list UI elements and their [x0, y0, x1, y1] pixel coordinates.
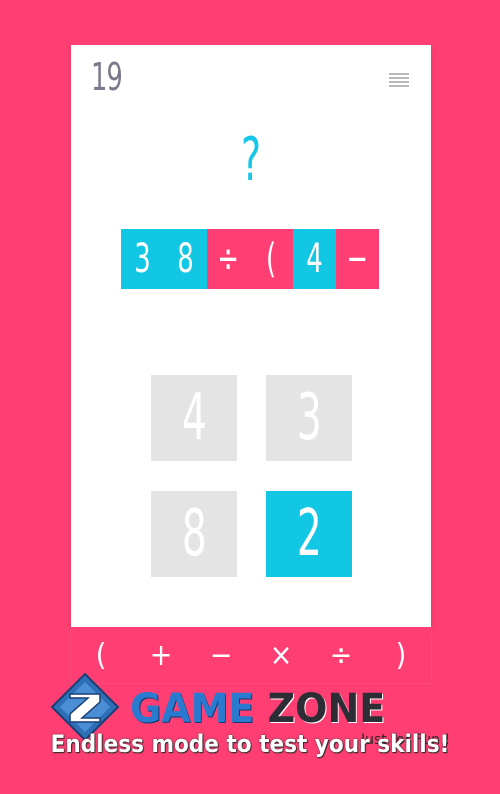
logo-wordmark: GAME ZONE — [130, 686, 386, 732]
multiply-button[interactable]: × — [261, 638, 301, 673]
expression-token: 4 — [293, 229, 336, 289]
open-paren-button[interactable]: ( — [81, 638, 121, 673]
menu-icon[interactable] — [389, 73, 409, 87]
minus-button[interactable]: − — [201, 638, 241, 673]
expression-token: ( — [250, 229, 293, 289]
expression-token: − — [336, 229, 379, 289]
expression-display: 3 8 ÷ ( 4 − — [121, 229, 379, 289]
number-tile[interactable]: 8 — [151, 491, 237, 577]
plus-button[interactable]: + — [141, 638, 181, 673]
expression-token: 8 — [164, 229, 207, 289]
close-paren-button[interactable]: ) — [381, 638, 421, 673]
tagline: Endless mode to test your skills! — [50, 730, 450, 758]
expression-token: 3 — [121, 229, 164, 289]
divide-button[interactable]: ÷ — [321, 638, 361, 673]
expression-token: ÷ — [207, 229, 250, 289]
number-tile[interactable]: 3 — [266, 375, 352, 461]
number-tile[interactable]: 2 — [266, 491, 352, 577]
score-counter: 19 — [91, 55, 123, 99]
number-tiles: 4 3 8 2 — [151, 375, 353, 577]
game-card: 19 ? 3 8 ÷ ( 4 − 4 3 8 2 — [71, 45, 431, 630]
number-tile[interactable]: 4 — [151, 375, 237, 461]
question-mark: ? — [240, 125, 262, 195]
